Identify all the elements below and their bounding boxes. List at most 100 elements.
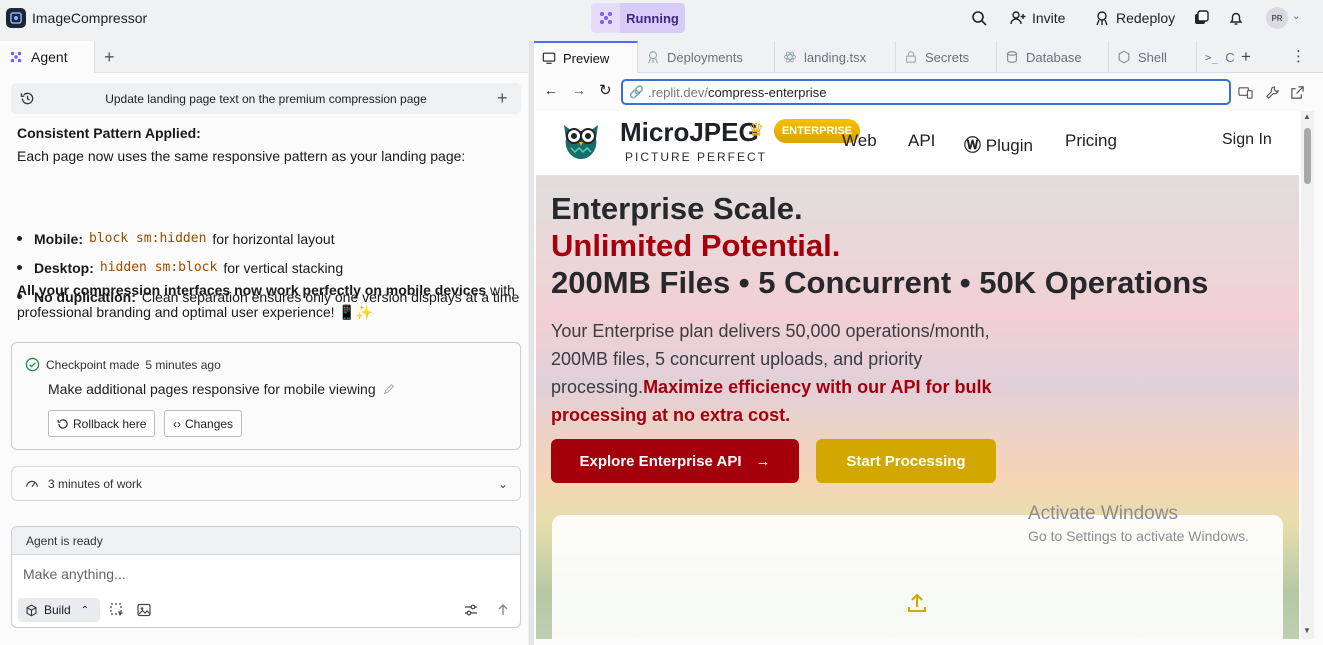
preview-scrollbar[interactable]: ▲ ▼ [1301,111,1314,639]
crown-icon: ♛ [748,120,765,140]
work-summary-bar[interactable]: 3 minutes of work ⌄ [11,466,521,501]
checkpoint-text-row: Make additional pages responsive for mob… [48,381,396,397]
pattern-text: Each page now uses the same responsive p… [17,148,466,164]
rollback-label: Rollback here [73,416,147,431]
hero-title-line-3: 200MB Files • 5 Concurrent • 50K Operati… [551,265,1209,300]
settings-sliders-icon[interactable] [463,602,479,618]
prompt-input[interactable]: Make anything... [23,566,126,582]
tab-agent[interactable]: Agent [0,41,95,73]
checkpoint-time: 5 minutes ago [145,357,221,372]
react-file-icon [783,51,797,63]
database-icon [1007,51,1017,63]
explore-api-button[interactable]: Explore Enterprise API → [551,439,799,483]
watermark-line-2: Go to Settings to activate Windows. [1028,528,1249,544]
hero-section: Enterprise Scale. Unlimited Potential. 2… [536,175,1299,639]
invite-label: Invite [1032,10,1066,26]
workspace-pane: Preview Deployments landing.tsx Secrets … [534,41,1323,645]
scrollbar-thumb[interactable] [1304,128,1311,184]
new-thread-plus-icon[interactable]: + [497,88,508,109]
agent-icon [10,51,22,63]
more-vertical-icon[interactable]: ⋮ [1291,47,1306,65]
agent-status: Agent is ready [12,527,520,555]
run-button[interactable]: Running [620,3,685,33]
bell-icon[interactable] [1225,7,1247,29]
work-label: 3 minutes of work [48,476,143,491]
send-arrow-icon[interactable] [495,602,511,618]
watermark-line-1: Activate Windows [1028,503,1178,524]
changes-button[interactable]: ‹› Changes [164,410,243,437]
avatar[interactable]: PR [1266,7,1288,29]
tab-console[interactable]: >_ C [1197,41,1235,73]
publish-menu-icon[interactable] [1190,7,1212,29]
monitor-icon [542,52,556,64]
tab-database[interactable]: Database [997,41,1109,73]
forward-arrow-icon[interactable]: → [572,82,586,98]
wrench-icon[interactable] [1265,85,1280,100]
cube-icon [26,604,37,616]
thread-bar[interactable]: Update landing page text on the premium … [11,83,521,114]
start-processing-button[interactable]: Start Processing [816,439,996,483]
chevron-up-icon: ⌃ [80,604,90,616]
nav-sign-in[interactable]: Sign In [1222,131,1272,149]
nav-api[interactable]: API [908,131,935,151]
shell-icon [1118,50,1130,64]
scroll-down-icon[interactable]: ▼ [1303,626,1311,635]
chevron-down-icon[interactable]: ⌄ [498,477,508,491]
checkpoint-card: Checkpoint made 5 minutes ago Make addit… [11,342,521,450]
owl-logo-icon[interactable] [558,117,604,163]
terminal-icon: >_ [1205,50,1219,64]
scroll-up-icon[interactable]: ▲ [1303,112,1311,121]
tab-secrets[interactable]: Secrets [896,41,997,73]
agent-pane: Agent + Update landing page text on the … [0,41,528,645]
tab-deployments[interactable]: Deployments [638,41,775,73]
tab-preview-label: Preview [563,50,610,66]
code-icon: ‹› [173,416,181,431]
image-icon[interactable] [136,602,152,618]
composer: Agent is ready Make anything... Build ⌃ [11,526,521,628]
checkpoint-text: Make additional pages responsive for mob… [48,381,376,397]
chevron-down-icon[interactable]: ⌄ [1292,11,1300,22]
gauge-icon [26,480,38,487]
deploy-icon [648,51,658,64]
site-brand[interactable]: MicroJPEG [620,117,759,148]
check-circle-icon [25,357,40,372]
top-bar: ImageCompressor Running Invite Redeploy … [0,0,1323,37]
upload-icon[interactable] [905,591,929,615]
tab-landing-label: landing.tsx [804,49,867,65]
tab-shell[interactable]: Shell [1109,41,1197,73]
redeploy-button[interactable]: Redeploy [1086,3,1183,33]
tab-landing-tsx[interactable]: landing.tsx [775,41,896,73]
url-domain: .replit.dev/ [647,84,708,100]
explore-api-label: Explore Enterprise API [579,452,742,470]
select-element-icon[interactable] [109,602,125,618]
run-icon[interactable] [591,3,620,33]
build-mode-button[interactable]: Build ⌃ [18,598,100,622]
devices-icon[interactable] [1238,85,1253,100]
summary-line-1: All your compression interfaces now work… [17,282,515,298]
redeploy-label: Redeploy [1116,10,1176,26]
url-input[interactable]: 🔗 .replit.dev/compress-enterprise [621,79,1231,105]
back-arrow-icon[interactable]: ← [544,82,558,98]
nav-pricing[interactable]: Pricing [1065,131,1117,151]
add-user-icon [1010,11,1026,25]
app-logo-icon [6,8,26,28]
nav-plugin[interactable]: Ⓦ Plugin [964,131,1033,156]
rollback-button[interactable]: Rollback here [48,410,156,437]
preview-url-bar: ← → ↻ 🔗 .replit.dev/compress-enterprise [534,73,1323,111]
nav-web[interactable]: Web [842,131,877,151]
edit-pencil-icon[interactable] [382,382,396,396]
changes-label: Changes [185,416,234,431]
reload-icon[interactable]: ↻ [599,81,612,99]
search-icon[interactable] [968,7,990,29]
open-external-icon[interactable] [1290,85,1305,100]
add-tab-plus-icon[interactable]: + [1241,47,1251,67]
site-tagline: PICTURE PERFECT [625,150,768,164]
workspace-tab-bar: Preview Deployments landing.tsx Secrets … [534,41,1323,73]
lock-icon [906,51,916,63]
invite-button[interactable]: Invite [1002,3,1073,33]
summary-line-2: professional branding and optimal user e… [17,304,374,320]
new-tab-plus-icon[interactable]: + [104,48,115,66]
tab-preview[interactable]: Preview [534,41,638,73]
tab-shell-label: Shell [1138,49,1167,65]
redeploy-icon [1096,11,1108,26]
